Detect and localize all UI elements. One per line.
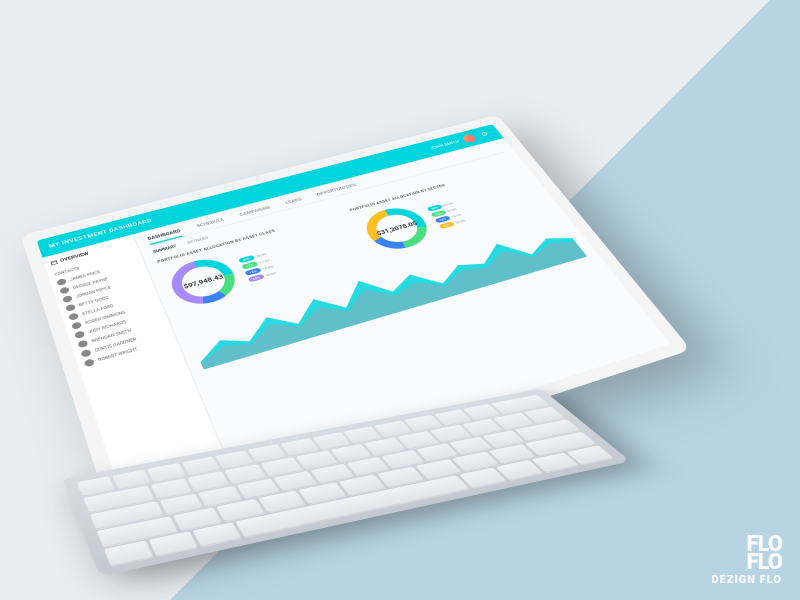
- avatar[interactable]: [461, 134, 477, 144]
- legend-value: 17.0%: [259, 258, 271, 264]
- legend-value: 18.0%: [450, 213, 461, 218]
- legend-value: 45.0%: [265, 271, 277, 277]
- user-name: JOHN SMITH: [429, 139, 460, 150]
- gear-icon[interactable]: ⚙: [477, 130, 493, 140]
- legend-value: 22.0%: [446, 207, 457, 212]
- sidebar-overview-label: OVERVIEW: [60, 251, 90, 263]
- legend-right: 30%30.0%22%22.0%18%18.0%30%30.0%: [426, 201, 466, 229]
- legend-pill: 30%: [438, 221, 454, 229]
- legend-value: 30.0%: [455, 218, 466, 223]
- legend-value: 25.0%: [255, 252, 266, 258]
- watermark: FLOFLO DEZIGN FLO: [712, 536, 783, 586]
- subtab-summary[interactable]: SUMMARY: [153, 245, 178, 255]
- legend-pill: 45%: [248, 274, 265, 283]
- subtab-detailed[interactable]: DETAILED: [187, 236, 209, 245]
- legend-value: 13.0%: [262, 264, 274, 270]
- calendar-icon: [50, 259, 58, 265]
- tab-campaigns[interactable]: CAMPAIGNS: [239, 205, 273, 220]
- legend-value: 30.0%: [442, 201, 453, 206]
- tab-dashboard[interactable]: DASHBOARD: [147, 229, 183, 245]
- legend-left: 25%25.0%17%17.0%13%13.0%45%45.0%: [238, 251, 277, 282]
- tab-leads[interactable]: LEADS: [285, 197, 305, 208]
- contact-avatar: [84, 358, 96, 367]
- tab-schedule[interactable]: SCHEDULE: [196, 217, 227, 232]
